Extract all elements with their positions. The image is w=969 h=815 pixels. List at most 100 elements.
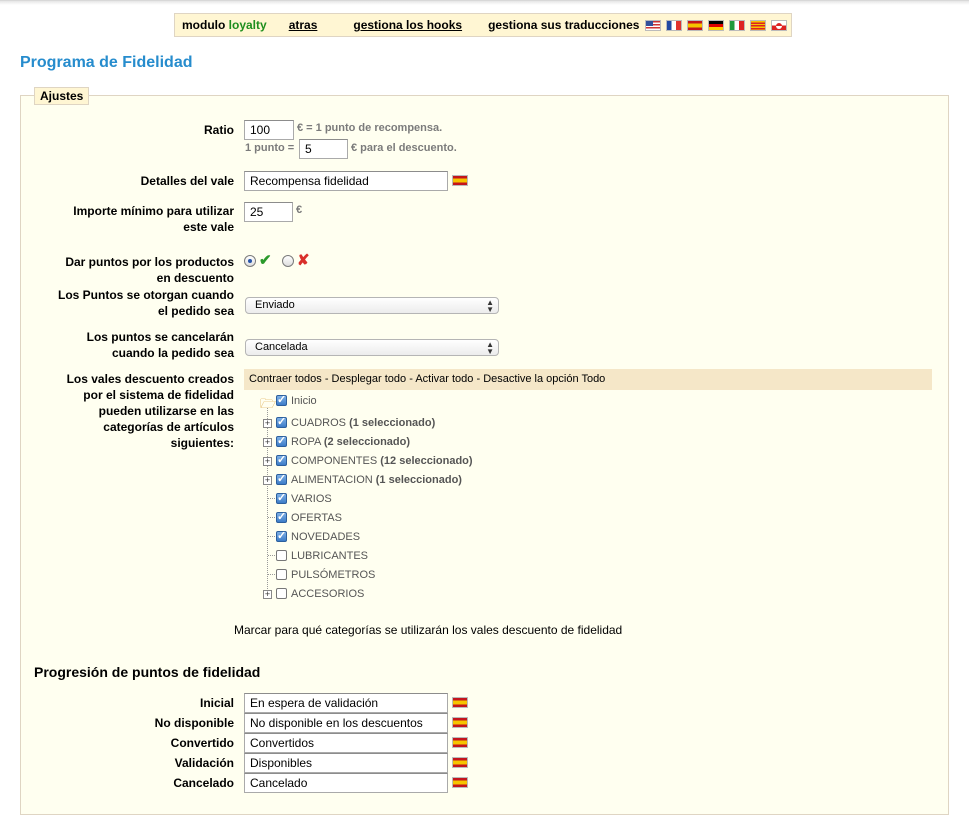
- module-name: loyalty: [228, 18, 267, 32]
- collapse-all-link[interactable]: Contraer todos: [249, 373, 322, 385]
- progression-label: Validación: [174, 756, 234, 770]
- us-flag-icon[interactable]: [645, 19, 662, 31]
- awarded-label-line2: el pedido sea: [157, 304, 234, 318]
- expand-all-link[interactable]: Desplegar todo: [332, 373, 407, 385]
- category-item[interactable]: LUBRICANTES: [291, 549, 368, 563]
- minimum-currency: €: [296, 204, 303, 216]
- categories-label-line: siguientes:: [170, 436, 234, 450]
- category-count: (1 seleccionado): [375, 474, 462, 486]
- category-item[interactable]: COMPONENTES (12 seleccionado): [291, 454, 473, 468]
- points-awarded-label: Los Puntos se otorgan cuando el pedido s…: [20, 287, 234, 319]
- module-toolbar: modulo loyalty atras gestiona los hooks …: [174, 13, 792, 37]
- it-flag-icon[interactable]: [729, 19, 746, 31]
- progression-input[interactable]: En espera de validación: [244, 693, 448, 713]
- category-item[interactable]: ROPA (2 seleccionado): [291, 435, 410, 449]
- category-count: (2 seleccionado): [323, 436, 411, 448]
- progression-label: No disponible: [154, 716, 234, 730]
- category-item[interactable]: ALIMENTACION (1 seleccionado): [291, 473, 462, 487]
- ratio-input[interactable]: 100: [244, 120, 294, 140]
- discounted-no-radio[interactable]: [282, 255, 294, 267]
- category-name: ALIMENTACION: [291, 474, 373, 486]
- points-awarded-select[interactable]: Enviado ▲ ▼: [245, 297, 499, 314]
- point-prefix: 1 punto =: [245, 142, 295, 154]
- category-checkbox[interactable]: [276, 453, 287, 466]
- ratio-suffix: € = 1 punto de recompensa.: [297, 122, 443, 134]
- back-link[interactable]: atras: [289, 18, 318, 32]
- points-cancelled-value: Cancelada: [255, 341, 308, 353]
- expand-icon[interactable]: +: [263, 457, 272, 466]
- uncheck-all-link[interactable]: Desactive la opción Todo: [483, 373, 605, 385]
- category-item[interactable]: CUADROS (1 seleccionado): [291, 416, 435, 430]
- fr-flag-icon[interactable]: [666, 19, 683, 31]
- category-name: COMPONENTES: [291, 455, 378, 467]
- categories-label-line: por el sistema de fidelidad: [83, 388, 234, 402]
- category-checkbox[interactable]: [276, 510, 287, 523]
- points-cancelled-select[interactable]: Cancelada ▲ ▼: [245, 339, 499, 356]
- cancelled-label-line2: cuando la pedido sea: [111, 346, 234, 360]
- categories-label-line: categorías de artículos: [103, 420, 234, 434]
- category-checkbox[interactable]: [276, 569, 287, 580]
- category-item[interactable]: VARIOS: [291, 492, 332, 506]
- progression-label: Inicial: [199, 696, 234, 710]
- check-icon: ✔: [259, 252, 272, 269]
- voucher-details-label: Detalles del vale: [140, 174, 234, 188]
- category-tree-toolbar: Contraer todos - Desplegar todo - Activa…: [244, 369, 932, 390]
- toolbar-separator: -: [473, 373, 484, 385]
- settings-legend: Ajustes: [34, 87, 90, 105]
- cancelled-label-line1: Los puntos se cancelarán: [86, 330, 234, 344]
- tree-branch: [268, 574, 275, 575]
- categories-label: Los vales descuento creados por el siste…: [30, 371, 234, 451]
- progression-input[interactable]: No disponible en los descuentos: [244, 713, 448, 733]
- toolbar-separator: -: [406, 373, 416, 385]
- category-item[interactable]: OFERTAS: [291, 511, 342, 525]
- category-checkbox[interactable]: [276, 491, 287, 504]
- es-flag-icon[interactable]: [452, 777, 468, 788]
- expand-icon[interactable]: +: [263, 438, 272, 447]
- discounted-yes-radio[interactable]: [244, 255, 256, 267]
- progression-input[interactable]: Cancelado: [244, 773, 448, 793]
- category-item[interactable]: ACCESORIOS: [291, 587, 364, 601]
- minimum-amount-input[interactable]: 25: [244, 202, 293, 222]
- manage-hooks-link[interactable]: gestiona los hooks: [353, 18, 462, 32]
- es-flag-icon[interactable]: [452, 175, 468, 186]
- es-flag-icon[interactable]: [452, 717, 468, 728]
- voucher-details-input[interactable]: Recompensa fidelidad: [244, 171, 448, 191]
- category-checkbox[interactable]: [276, 550, 287, 561]
- category-item[interactable]: NOVEDADES: [291, 530, 360, 544]
- expand-icon[interactable]: +: [263, 476, 272, 485]
- minimum-amount-label-line1: Importe mínimo para utilizar: [73, 204, 234, 218]
- es-flag-icon[interactable]: [687, 19, 704, 31]
- category-checkbox[interactable]: [276, 588, 287, 599]
- discounted-label-line1: Dar puntos por los productos: [65, 255, 234, 269]
- es-flag-icon[interactable]: [452, 757, 468, 768]
- category-item[interactable]: PULSÓMETROS: [291, 568, 375, 582]
- tree-branch: [268, 536, 275, 537]
- ca-flag-icon[interactable]: [750, 19, 767, 31]
- de-flag-icon[interactable]: [708, 19, 725, 31]
- category-checkbox-root[interactable]: [276, 393, 287, 406]
- tree-branch: [268, 517, 275, 518]
- discounted-products-label: Dar puntos por los productos en descuent…: [30, 254, 234, 286]
- check-all-link[interactable]: Activar todo: [415, 373, 473, 385]
- category-count: (1 seleccionado): [349, 417, 436, 429]
- ratio-label: Ratio: [204, 123, 234, 137]
- expand-icon[interactable]: +: [263, 419, 272, 428]
- translations-label: gestiona sus traducciones: [488, 18, 640, 32]
- module-prefix: modulo: [182, 18, 226, 32]
- category-checkbox[interactable]: [276, 434, 287, 447]
- progression-input[interactable]: Disponibles: [244, 753, 448, 773]
- category-root[interactable]: Inicio: [291, 394, 317, 408]
- category-name: ROPA: [291, 436, 321, 448]
- es-flag-icon[interactable]: [452, 737, 468, 748]
- minimum-amount-label-line2: este vale: [183, 220, 234, 234]
- progression-input[interactable]: Convertidos: [244, 733, 448, 753]
- category-checkbox[interactable]: [276, 529, 287, 542]
- es-flag-icon[interactable]: [452, 697, 468, 708]
- category-checkbox[interactable]: [276, 415, 287, 428]
- category-checkbox[interactable]: [276, 472, 287, 485]
- select-arrows-icon: ▲ ▼: [486, 340, 494, 356]
- expand-icon[interactable]: +: [263, 590, 272, 599]
- folder-open-icon: 🗁: [260, 396, 277, 411]
- point-value-input[interactable]: 5: [299, 139, 348, 159]
- gl-flag-icon[interactable]: [771, 19, 788, 31]
